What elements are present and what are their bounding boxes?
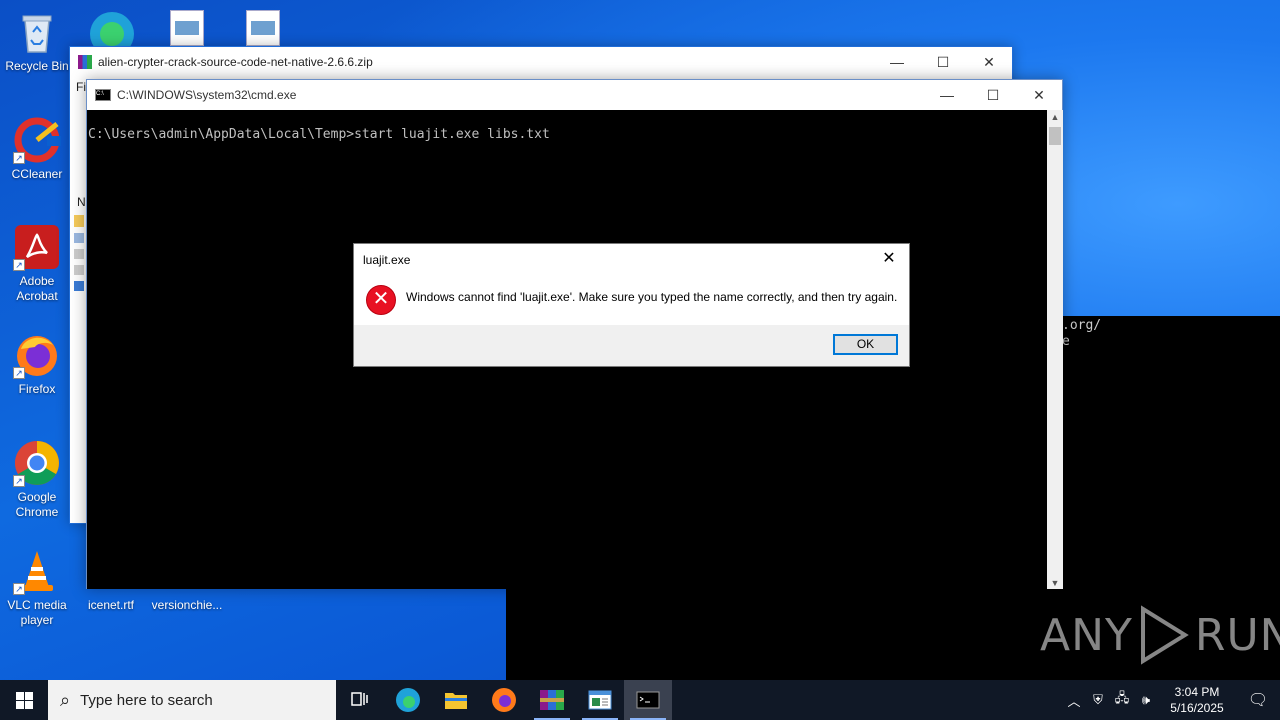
watermark-left: ANY (1040, 609, 1133, 661)
error-icon: ✕ (366, 285, 396, 315)
security-icon[interactable]: ⛨ (1086, 692, 1110, 708)
network-icon[interactable]: 🖧 (1110, 689, 1134, 711)
dialog-message: Windows cannot find 'luajit.exe'. Make s… (406, 290, 898, 304)
desktop-icon-ccleaner[interactable]: ↗ CCleaner (1, 116, 73, 182)
image-file-icon[interactable] (170, 10, 204, 46)
close-button[interactable]: ✕ (1016, 80, 1062, 110)
scroll-thumb[interactable] (1049, 127, 1061, 145)
clock-date: 5/16/2025 (1170, 701, 1224, 715)
search-icon: ⌕ (60, 689, 71, 710)
desktop-icon-label: icenet.rtf (87, 598, 135, 612)
vlc-cone-icon: ↗ (13, 547, 61, 595)
taskbar-search-box[interactable]: ⌕ Type here to search (48, 680, 336, 720)
shortcut-arrow-icon: ↗ (13, 259, 25, 271)
start-button[interactable] (0, 680, 48, 720)
taskbar-clock[interactable]: 3:04 PM 5/16/2025 (1158, 684, 1236, 716)
scroll-down-icon[interactable]: ▼ (1047, 578, 1063, 588)
adobe-acrobat-icon: ↗ (13, 223, 61, 271)
volume-icon[interactable]: 🕪 (1134, 692, 1158, 708)
cmd-titlebar[interactable]: C:\ C:\WINDOWS\system32\cmd.exe (87, 80, 1062, 110)
dialog-footer: OK (354, 325, 909, 366)
desktop-icon-label: Google Chrome (15, 490, 59, 519)
shortcut-arrow-icon: ↗ (13, 583, 25, 595)
firefox-icon: ↗ (13, 331, 61, 379)
desktop-icon-label: VLC media player (7, 598, 67, 627)
edge-desktop-icon[interactable] (87, 6, 137, 56)
winrar-icon (540, 690, 564, 710)
desktop-icon-vlc[interactable]: ↗ VLC media player (1, 547, 73, 628)
desktop-icon-adobe-acrobat[interactable]: ↗ Adobe Acrobat (1, 223, 73, 304)
recycle-bin-icon (13, 8, 61, 56)
winrar-titlebar[interactable]: alien-crypter-crack-source-code-net-nati… (70, 47, 1012, 77)
anyrun-watermark: ANY RUN (1040, 605, 1280, 665)
taskbar: ⌕ Type here to search ︿ ⛨ 🖧 🕪 3:04 PM 5/… (0, 680, 1280, 720)
winrar-menu-stub[interactable]: Fi (76, 80, 86, 94)
cmd-icon: C:\ (95, 89, 111, 101)
console-line: e (1062, 334, 1070, 349)
windows-logo-icon (15, 691, 33, 709)
shortcut-arrow-icon: ↗ (13, 367, 25, 379)
clock-time: 3:04 PM (1174, 685, 1220, 699)
notification-icon[interactable]: 🗨 (1236, 690, 1280, 710)
task-view-icon (351, 692, 368, 706)
desktop-icon-label: CCleaner (11, 167, 63, 181)
chrome-icon: ↗ (13, 439, 61, 487)
minimize-button[interactable]: — (874, 47, 920, 77)
close-button[interactable]: ✕ (966, 47, 1012, 77)
desktop-icon-recycle-bin[interactable]: Recycle Bin (1, 8, 73, 74)
minimize-button[interactable]: — (924, 80, 970, 110)
firefox-icon (492, 688, 516, 712)
error-dialog[interactable]: luajit.exe ✕ ✕ Windows cannot find 'luaj… (353, 243, 910, 367)
cmd-title: C:\WINDOWS\system32\cmd.exe (117, 88, 297, 102)
play-logo-icon (1140, 605, 1189, 665)
desktop-icon-label: Adobe Acrobat (16, 274, 58, 303)
chevron-up-icon[interactable]: ︿ (1062, 691, 1086, 710)
watermark-right: RUN (1194, 609, 1280, 661)
document-window-icon (588, 690, 612, 710)
task-view-button[interactable] (336, 680, 384, 720)
shortcut-arrow-icon: ↗ (13, 475, 25, 487)
shortcut-arrow-icon: ↗ (13, 152, 25, 164)
maximize-button[interactable]: ☐ (970, 80, 1016, 110)
winrar-icon (78, 55, 92, 69)
system-tray: ︿ ⛨ 🖧 🕪 3:04 PM 5/16/2025 🗨 (1062, 680, 1280, 720)
desktop-icon-firefox[interactable]: ↗ Firefox (1, 331, 73, 397)
image-file-icon[interactable] (246, 10, 280, 46)
cmd-scrollbar[interactable]: ▲ ▼ (1047, 110, 1063, 589)
taskbar-cmd[interactable] (624, 680, 672, 720)
taskbar-winrar[interactable] (528, 680, 576, 720)
dialog-close-icon[interactable]: ✕ (875, 248, 903, 272)
taskbar-edge[interactable] (384, 680, 432, 720)
desktop-icon-label: Firefox (18, 382, 56, 396)
ok-button[interactable]: OK (833, 334, 898, 355)
cmd-icon (636, 691, 660, 709)
dialog-title: luajit.exe (363, 253, 411, 267)
console-line: .org/ (1062, 318, 1102, 333)
taskbar-file-explorer[interactable] (432, 680, 480, 720)
desktop-icon-label: versionchie... (151, 598, 223, 612)
cmd-prompt-line: C:\Users\admin\AppData\Local\Temp>start … (88, 127, 550, 142)
taskbar-firefox[interactable] (480, 680, 528, 720)
maximize-button[interactable]: ☐ (920, 47, 966, 77)
folder-icon (445, 693, 467, 709)
search-placeholder: Type here to search (80, 691, 213, 709)
scroll-up-icon[interactable]: ▲ (1047, 112, 1063, 122)
desktop-icon-google-chrome[interactable]: ↗ Google Chrome (1, 439, 73, 520)
winrar-title: alien-crypter-crack-source-code-net-nati… (98, 55, 373, 69)
edge-icon (396, 688, 420, 712)
ccleaner-icon: ↗ (13, 116, 61, 164)
desktop-icon-label: Recycle Bin (5, 59, 69, 73)
taskbar-document-viewer[interactable] (576, 680, 624, 720)
winrar-column-stub[interactable]: N (77, 195, 86, 209)
